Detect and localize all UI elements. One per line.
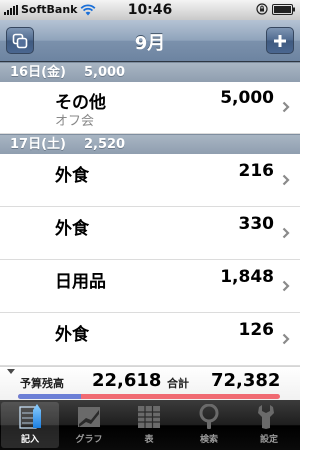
budget-summary: 予算残高 22,618 合計 72,382 [0, 366, 300, 400]
row-category: 外食 [55, 166, 89, 186]
row-amount: 126 [238, 320, 275, 340]
row-amount: 1,848 [220, 267, 274, 287]
tab-label: 検索 [199, 435, 218, 445]
pencil-entry-icon [19, 404, 41, 429]
tab-label: 表 [144, 435, 154, 445]
day-date: 17日(土) [10, 137, 66, 152]
chevron-right-icon [282, 174, 290, 186]
navigation-bar: 9月 [0, 20, 300, 62]
expense-row[interactable]: 外食 216 [0, 154, 300, 207]
row-amount: 330 [238, 214, 275, 234]
total-value: 72,382 [211, 370, 281, 391]
tab-bar: 記入 グラフ 表 検索 設定 [0, 400, 300, 450]
chevron-right-icon [282, 280, 290, 292]
day-date: 16日(金) [10, 65, 66, 80]
day-total: 5,000 [83, 65, 126, 80]
row-category: 外食 [55, 219, 89, 239]
table-icon [138, 406, 160, 428]
tab-graph[interactable]: グラフ [60, 402, 118, 448]
tab-table[interactable]: 表 [120, 402, 178, 448]
search-icon [199, 404, 219, 429]
budget-progress-bar [18, 394, 280, 399]
add-entry-button[interactable] [266, 27, 294, 54]
status-right [256, 3, 296, 15]
chevron-right-icon [282, 101, 290, 113]
month-title: 9月 [134, 33, 166, 54]
tab-label: 設定 [259, 435, 278, 445]
expense-row[interactable]: 外食 126 [0, 313, 300, 366]
budget-remaining-value: 22,618 [92, 370, 162, 391]
tab-label: 記入 [20, 435, 39, 445]
day-total: 2,520 [83, 137, 126, 152]
expense-row[interactable]: 外食 330 [0, 207, 300, 260]
expense-row[interactable]: その他 オフ会 5,000 [0, 82, 300, 134]
chevron-right-icon [282, 333, 290, 345]
day-section-header: 17日(土) 2,520 [0, 134, 300, 154]
tab-search[interactable]: 検索 [180, 402, 238, 448]
plus-icon [274, 34, 286, 47]
chevron-right-icon [282, 227, 290, 239]
wrench-settings-icon [258, 405, 274, 429]
total-label: 合計 [167, 377, 189, 390]
graph-icon [78, 407, 100, 427]
expense-row[interactable]: 日用品 1,848 [0, 260, 300, 313]
budget-progress-fill [18, 394, 81, 399]
row-category: 外食 [55, 325, 89, 345]
day-section-header: 16日(金) 5,000 [0, 62, 300, 82]
row-category: 日用品 [55, 272, 106, 292]
orientation-lock-icon [256, 3, 268, 15]
row-amount: 216 [238, 161, 275, 181]
tab-entry[interactable]: 記入 [1, 402, 59, 448]
app-screen: SoftBank 10:46 9月 16日(金) 5,000 その他 オフ会 5… [0, 0, 300, 450]
tab-label: グラフ [75, 435, 103, 445]
tab-settings[interactable]: 設定 [240, 402, 298, 448]
status-time: 10:46 [127, 2, 173, 18]
budget-remaining-label: 予算残高 [20, 377, 64, 390]
row-memo: オフ会 [55, 114, 95, 129]
status-bar: SoftBank 10:46 [0, 0, 300, 20]
row-amount: 5,000 [220, 88, 274, 108]
battery-icon [272, 3, 295, 15]
budget-marker-icon [7, 369, 15, 374]
